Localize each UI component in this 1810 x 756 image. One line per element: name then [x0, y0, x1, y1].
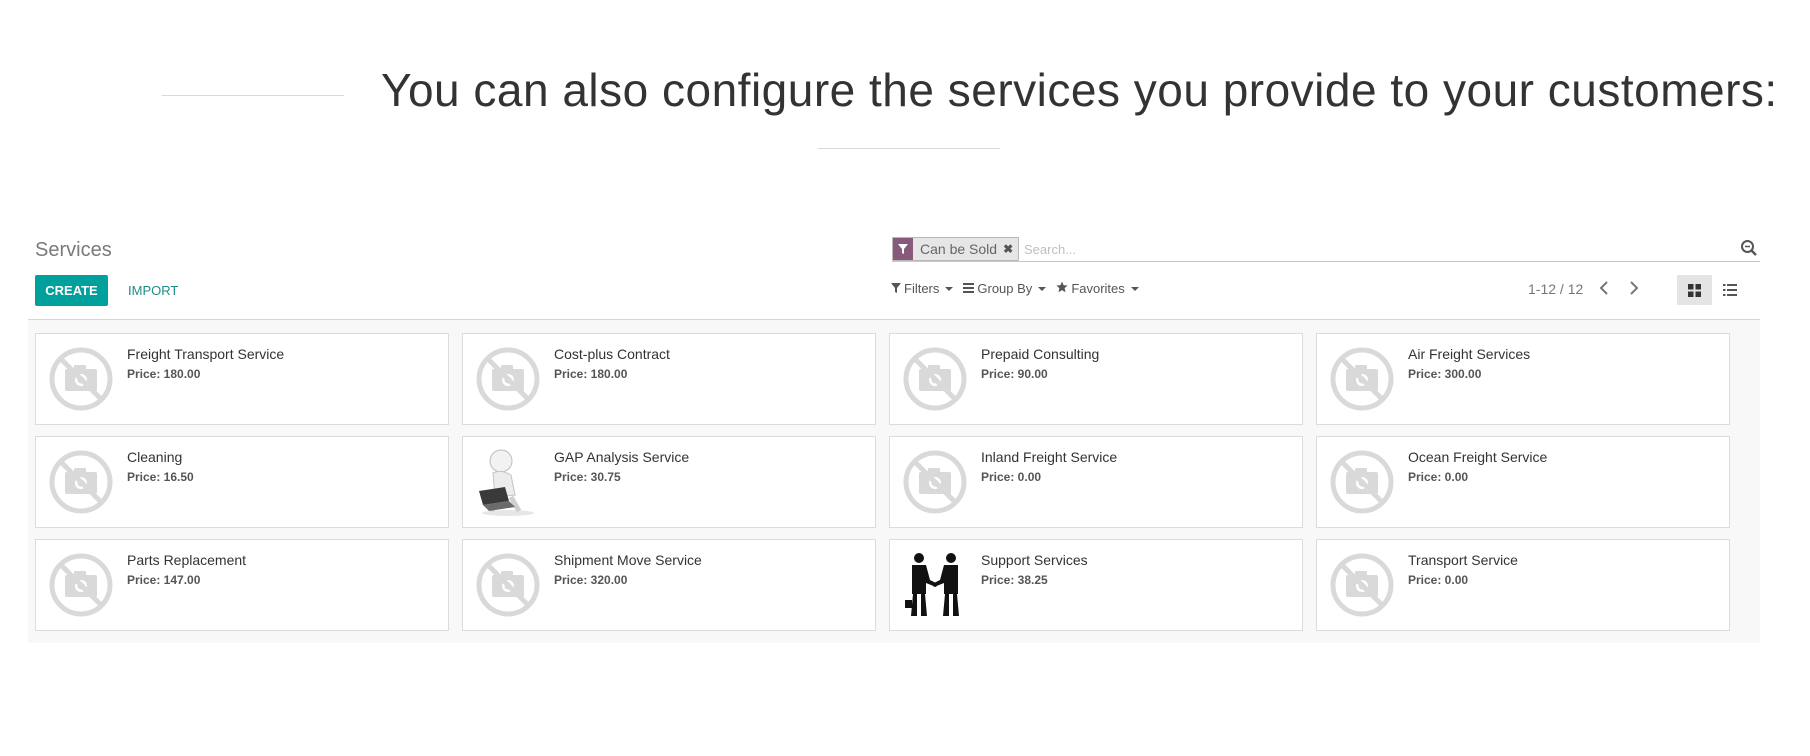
list-view-icon[interactable] — [1712, 275, 1747, 305]
intro-section: You can also configure the services you … — [0, 0, 1810, 160]
service-name: GAP Analysis Service — [554, 449, 690, 465]
service-price: Price: 320.00 — [554, 573, 628, 587]
service-card[interactable]: Prepaid Consulting Price: 90.00 — [889, 333, 1303, 425]
no-photo-icon — [898, 445, 972, 519]
service-card[interactable]: GAP Analysis Service Price: 30.75 — [462, 436, 876, 528]
caret-down-icon — [945, 286, 954, 291]
service-name: Freight Transport Service — [127, 346, 285, 362]
filters-label: Filters — [904, 281, 940, 296]
person-laptop-image — [471, 445, 545, 519]
favorites-dropdown[interactable]: Favorites — [1056, 281, 1139, 296]
no-photo-icon — [1325, 548, 1399, 622]
chevron-right-icon[interactable] — [1623, 277, 1645, 299]
chevron-left-icon[interactable] — [1593, 277, 1615, 299]
odoo-services-view: Services CREATE IMPORT Can be Sold ✖ Fil… — [28, 228, 1760, 643]
service-price: Price: 38.25 — [981, 573, 1048, 587]
groupby-label: Group By — [977, 281, 1033, 296]
service-card[interactable]: Parts Replacement Price: 147.00 — [35, 539, 449, 631]
decorative-rule — [162, 95, 344, 96]
service-price: Price: 180.00 — [554, 367, 628, 381]
import-button[interactable]: IMPORT — [122, 275, 184, 306]
filter-icon — [893, 238, 913, 260]
kanban-view-icon[interactable] — [1677, 275, 1712, 305]
no-photo-icon — [44, 445, 118, 519]
service-price: Price: 16.50 — [127, 470, 194, 484]
service-card[interactable]: Support Services Price: 38.25 — [889, 539, 1303, 631]
service-name: Prepaid Consulting — [981, 346, 1100, 362]
no-photo-icon — [471, 548, 545, 622]
service-name: Air Freight Services — [1408, 346, 1531, 362]
no-photo-icon — [44, 342, 118, 416]
caret-down-icon — [1130, 286, 1139, 291]
no-photo-icon — [471, 342, 545, 416]
service-card[interactable]: Ocean Freight Service Price: 0.00 — [1316, 436, 1730, 528]
service-card[interactable]: Freight Transport Service Price: 180.00 — [35, 333, 449, 425]
service-price: Price: 300.00 — [1408, 367, 1482, 381]
service-card[interactable]: Transport Service Price: 0.00 — [1316, 539, 1730, 631]
service-name: Shipment Move Service — [554, 552, 702, 568]
service-card[interactable]: Shipment Move Service Price: 320.00 — [462, 539, 876, 631]
service-card[interactable]: Air Freight Services Price: 300.00 — [1316, 333, 1730, 425]
search-options: Filters Group By Favorites — [891, 281, 1139, 296]
search-bar: Can be Sold ✖ — [892, 235, 1760, 262]
kanban-grid: Freight Transport Service Price: 180.00 Co… — [28, 320, 1760, 643]
service-name: Cleaning — [127, 449, 183, 465]
service-name: Inland Freight Service — [981, 449, 1118, 465]
breadcrumb-title: Services — [35, 239, 112, 261]
groupby-dropdown[interactable]: Group By — [963, 281, 1047, 296]
no-photo-icon — [1325, 342, 1399, 416]
service-name: Ocean Freight Service — [1408, 449, 1548, 465]
search-facet[interactable]: Can be Sold ✖ — [892, 237, 1020, 261]
service-card[interactable]: Cleaning Price: 16.50 — [35, 436, 449, 528]
view-switcher — [1677, 275, 1747, 305]
service-price: Price: 30.75 — [554, 470, 621, 484]
service-price: Price: 180.00 — [127, 367, 201, 381]
service-card[interactable]: Inland Freight Service Price: 0.00 — [889, 436, 1303, 528]
service-price: Price: 90.00 — [981, 367, 1048, 381]
filters-dropdown[interactable]: Filters — [891, 281, 954, 296]
service-price: Price: 0.00 — [981, 470, 1042, 484]
service-card[interactable]: Cost-plus Contract Price: 180.00 — [462, 333, 876, 425]
favorites-label: Favorites — [1071, 281, 1125, 296]
service-name: Cost-plus Contract — [554, 346, 670, 362]
service-price: Price: 147.00 — [127, 573, 201, 587]
remove-facet-icon[interactable]: ✖ — [1003, 238, 1018, 260]
no-photo-icon — [1325, 445, 1399, 519]
star-icon — [1056, 281, 1068, 296]
service-price: Price: 0.00 — [1408, 470, 1469, 484]
caret-down-icon — [1038, 286, 1047, 291]
pager-value[interactable]: 1-12 / 12 — [1528, 281, 1583, 297]
no-photo-icon — [44, 548, 118, 622]
bars-icon — [963, 281, 975, 296]
no-photo-icon — [898, 342, 972, 416]
service-name: Parts Replacement — [127, 552, 247, 568]
search-icon[interactable] — [1740, 239, 1758, 257]
search-input[interactable] — [1022, 238, 1706, 260]
decorative-rule — [818, 148, 1000, 149]
filter-icon — [891, 281, 901, 296]
create-button[interactable]: CREATE — [35, 275, 108, 306]
intro-heading: You can also configure the services you … — [381, 64, 1778, 116]
service-name: Transport Service — [1408, 552, 1518, 568]
service-price: Price: 0.00 — [1408, 573, 1469, 587]
facet-label: Can be Sold — [920, 241, 998, 257]
service-name: Support Services — [981, 552, 1088, 568]
handshake-image — [898, 548, 972, 622]
